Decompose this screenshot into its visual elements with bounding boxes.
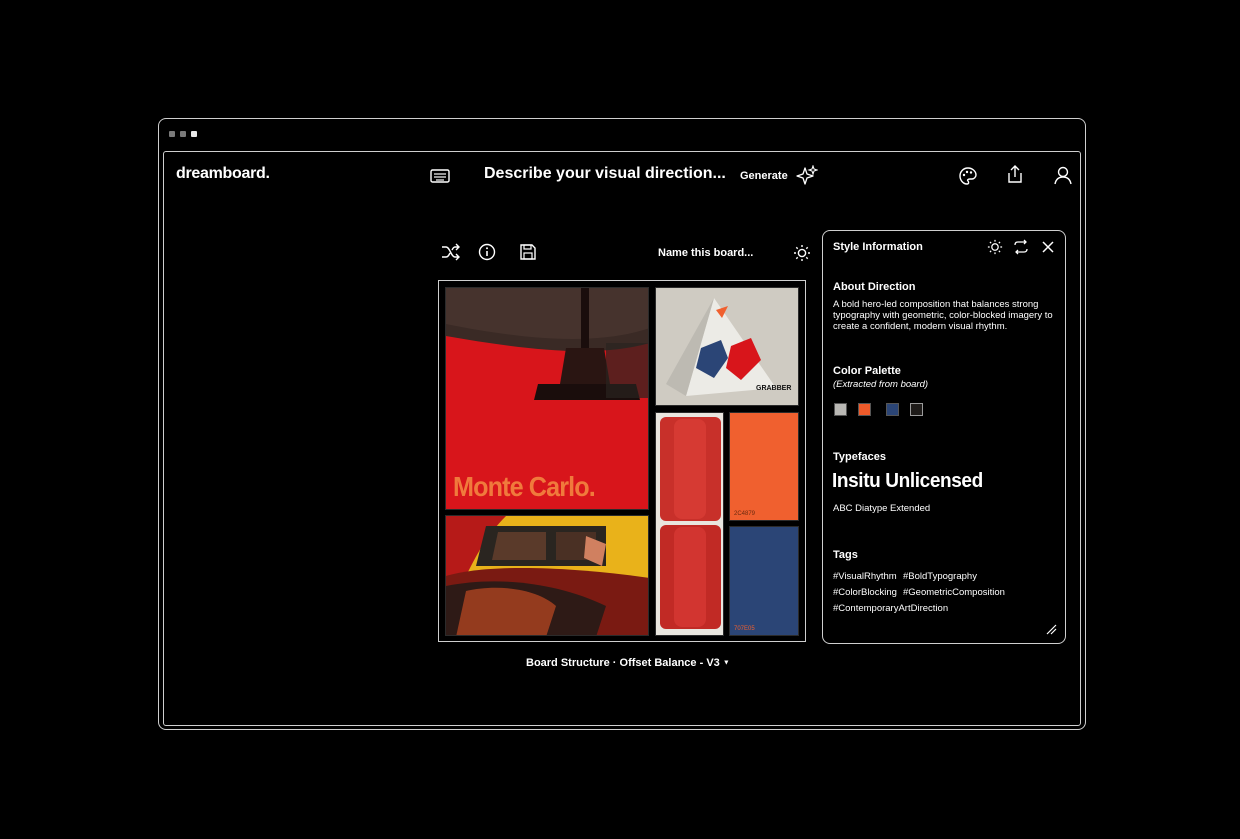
palette-subheading: (Extracted from board) [833,379,929,390]
typeface-primary: Insitu Unlicensed [832,470,983,492]
keyboard-icon[interactable] [430,168,450,184]
palette-icon[interactable] [958,166,978,186]
tags-heading: Tags [833,549,858,561]
tag-chip[interactable]: #GeometricComposition [903,587,1005,598]
user-icon[interactable] [1053,165,1073,185]
palette-swatch[interactable] [858,403,871,416]
package-label: GRABBER [756,385,792,392]
app-canvas: dreamboard. Describe your visual directi… [163,151,1081,726]
app-window: dreamboard. Describe your visual directi… [158,118,1086,730]
about-text: A bold hero-led composition that balance… [833,299,1053,332]
caret-down-icon: ▼ [722,659,730,667]
info-icon[interactable] [478,243,496,261]
monte-carlo-poster[interactable]: Monte Carlo. [445,287,649,510]
poster-title: Monte Carlo. [453,471,596,502]
refresh-icon[interactable] [1013,239,1029,255]
close-icon[interactable] [1041,240,1055,254]
tag-chip[interactable]: #VisualRhythm [833,571,897,582]
save-icon[interactable] [519,243,537,261]
palette-swatch[interactable] [886,403,899,416]
typeface-secondary: ABC Diatype Extended [833,503,931,514]
window-dot[interactable] [180,131,186,137]
window-controls [169,131,197,137]
app-logo[interactable]: dreamboard. [176,165,270,183]
red-seat[interactable] [655,412,724,636]
about-heading: About Direction [833,281,916,293]
taxi-photo[interactable] [445,515,649,636]
tag-chip[interactable]: #BoldTypography [903,571,977,582]
brightness-icon[interactable] [987,239,1003,255]
resize-handle-icon[interactable] [1045,623,1057,635]
blue-swatch-card[interactable]: 707E05 [729,526,799,636]
window-dot[interactable] [169,131,175,137]
mood-board: Monte Carlo. GRABBER 2C4879 707E05 [438,280,806,642]
orange-swatch-card[interactable]: 2C4879 [729,412,799,521]
share-icon[interactable] [1006,164,1024,184]
window-dot[interactable] [191,131,197,137]
shuffle-icon[interactable] [441,243,461,261]
panel-title: Style Information [833,241,923,253]
prompt-input[interactable]: Describe your visual direction... [484,165,726,183]
palette-heading: Color Palette [833,365,901,377]
orange-card-code: 2C4879 [734,511,756,517]
blue-card-code: 707E05 [734,626,755,632]
board-structure-selector[interactable]: Board Structure · Offset Balance - V3 ▼ [526,657,730,669]
palette-swatch[interactable] [834,403,847,416]
grabber-package[interactable]: GRABBER [655,287,799,406]
board-structure-label: Board Structure · Offset Balance - V3 [526,657,720,669]
tag-chip[interactable]: #ColorBlocking [833,587,897,598]
typefaces-heading: Typefaces [833,451,886,463]
brightness-icon[interactable] [793,244,811,262]
board-name-input[interactable]: Name this board... [658,247,753,259]
sparkle-icon[interactable] [796,165,818,187]
tag-chip[interactable]: #ContemporaryArtDirection [833,603,948,614]
generate-button[interactable]: Generate [740,170,788,182]
style-info-panel: Style Information About Direction A bold… [822,230,1066,644]
palette-swatch[interactable] [910,403,923,416]
